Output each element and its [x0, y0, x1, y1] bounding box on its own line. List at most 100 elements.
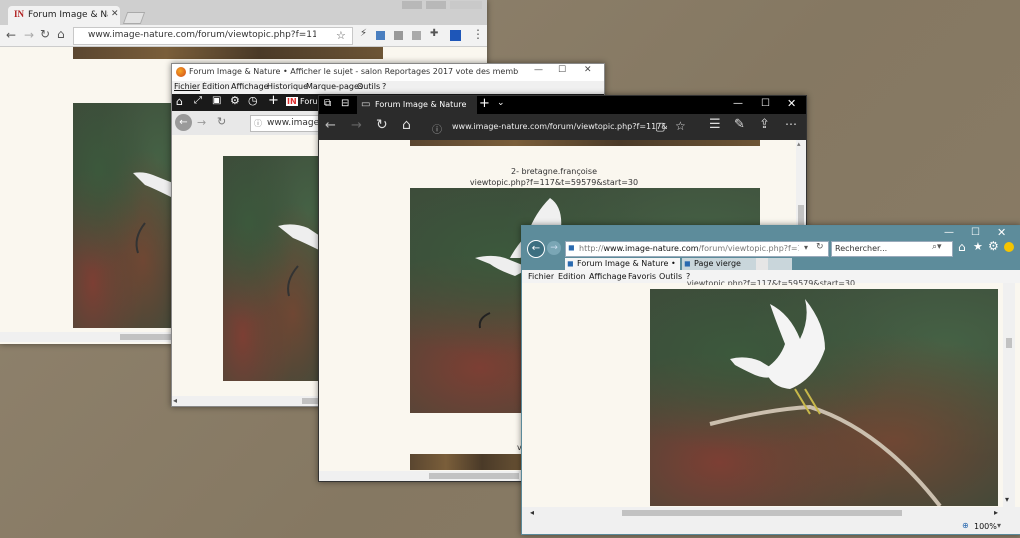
- reload-icon[interactable]: ↻: [217, 116, 226, 127]
- reading-view-icon[interactable]: ▢: [655, 120, 665, 133]
- zoom-level[interactable]: 100%: [974, 522, 997, 531]
- ie-tab-active[interactable]: ◼ Forum Image & Nature • Af...: [565, 258, 680, 270]
- ie-tab1-title: Forum Image & Nature • Af...: [577, 259, 675, 268]
- ie-url-path: /forum/viewtopic.php?f=117&t=62662: [698, 244, 799, 253]
- scroll-left-icon[interactable]: ◂: [530, 508, 534, 517]
- maximize-button[interactable]: ☐: [558, 66, 566, 75]
- scroll-left-icon[interactable]: ◂: [173, 396, 177, 405]
- chevron-down-icon[interactable]: ▾: [997, 521, 1001, 530]
- extension-icon[interactable]: [394, 31, 403, 40]
- home-icon[interactable]: ⌂: [57, 28, 65, 40]
- photo-strip: [410, 140, 760, 146]
- back-icon[interactable]: ←: [175, 114, 192, 131]
- minimize-button[interactable]: —: [534, 66, 543, 75]
- screenshot-icon[interactable]: ▣: [212, 96, 221, 106]
- close-button[interactable]: [450, 1, 482, 9]
- scroll-right-icon[interactable]: ▸: [994, 508, 998, 517]
- ie-v-scrollbar[interactable]: ▾: [1003, 283, 1015, 507]
- edge-navbar: ← → ↻ ⌂ ⓘ www.image-nature.com/forum/vie…: [319, 114, 806, 140]
- ie-h-scrollbar[interactable]: ◂ ▸: [522, 507, 1020, 519]
- reload-icon[interactable]: ↻: [40, 28, 50, 40]
- menu-item-edition[interactable]: Édition: [202, 82, 230, 91]
- refresh-icon[interactable]: ↻: [816, 242, 824, 252]
- menu-item-help[interactable]: ?: [382, 82, 386, 91]
- menu-icon[interactable]: ⋮: [472, 28, 484, 40]
- forward-icon[interactable]: →: [24, 29, 34, 41]
- minimize-button[interactable]: [402, 1, 422, 9]
- share-icon[interactable]: ⇪: [759, 118, 770, 131]
- extension-icon[interactable]: [450, 30, 461, 41]
- gear-icon[interactable]: ⚙: [230, 95, 240, 106]
- ie-statusbar: ⊕ 100% ▾: [522, 519, 1020, 534]
- scrollbar-thumb[interactable]: [429, 473, 519, 479]
- dropdown-icon[interactable]: ▾: [804, 243, 808, 252]
- scrollbar-thumb[interactable]: [622, 510, 902, 516]
- close-button[interactable]: ✕: [787, 98, 796, 109]
- zoom-icon[interactable]: ⊕: [962, 521, 969, 530]
- minimize-button[interactable]: —: [733, 99, 743, 109]
- puzzle-icon[interactable]: ✚: [430, 29, 438, 39]
- extension-icon[interactable]: [412, 31, 421, 40]
- maximize-button[interactable]: ☐: [761, 99, 770, 109]
- close-icon[interactable]: ✕: [111, 9, 119, 19]
- search-icon[interactable]: ⌕▾: [932, 242, 942, 252]
- close-button[interactable]: ✕: [584, 66, 592, 75]
- chrome-address-bar[interactable]: www.image-nature.com/forum/viewtopic.php…: [73, 27, 353, 45]
- chevron-down-icon[interactable]: ⌄: [497, 99, 505, 108]
- web-note-icon[interactable]: ✎: [734, 118, 745, 131]
- back-icon[interactable]: ←: [527, 240, 545, 258]
- firefox-menubar: Fichier Édition Affichage Historique Mar…: [172, 81, 604, 94]
- forward-icon[interactable]: →: [351, 119, 362, 132]
- minimize-button[interactable]: —: [944, 228, 954, 238]
- maximize-button[interactable]: ☐: [971, 228, 980, 238]
- close-button[interactable]: ✕: [997, 227, 1006, 238]
- forward-icon[interactable]: →: [197, 117, 206, 128]
- scrollbar-thumb[interactable]: [1006, 338, 1012, 348]
- gear-icon[interactable]: ⚙: [988, 240, 999, 252]
- scrollbar-thumb[interactable]: [798, 205, 804, 225]
- star-icon[interactable]: ☆: [336, 29, 346, 42]
- chrome-url: www.image-nature.com/forum/viewtopic.php…: [88, 30, 316, 40]
- home-icon[interactable]: ⌂: [402, 118, 411, 132]
- home-icon[interactable]: ⌂: [958, 241, 966, 253]
- menu-item-marque-pages[interactable]: Marque-pages: [306, 82, 363, 91]
- scroll-down-icon[interactable]: ▾: [1005, 495, 1009, 504]
- extension-icon[interactable]: ⚡: [360, 29, 367, 39]
- fullscreen-icon[interactable]: ⤢: [194, 96, 202, 106]
- clipped-caption-link[interactable]: viewtopic.php?f=117&t=59579&start=30: [522, 279, 1020, 285]
- ie-address-bar[interactable]: ◼ http://www.image-nature.com/forum/view…: [565, 241, 829, 257]
- menu-item-historique[interactable]: Historique: [267, 82, 308, 91]
- maximize-button[interactable]: [426, 1, 446, 9]
- menu-item-fichier[interactable]: Fichier: [174, 82, 200, 91]
- back-icon[interactable]: ←: [6, 29, 16, 41]
- firefox-logo-icon: [176, 67, 186, 77]
- edge-tab[interactable]: ▭ Forum Image & Nature: [357, 96, 477, 114]
- reload-icon[interactable]: ↻: [376, 118, 388, 132]
- hub-icon[interactable]: ☰: [709, 118, 721, 131]
- scroll-up-icon[interactable]: ▴: [797, 140, 801, 148]
- ie-search-box[interactable]: Rechercher... ⌕▾: [831, 241, 953, 257]
- firefox-window-title: Forum Image & Nature • Afficher le sujet…: [189, 67, 519, 76]
- edge-address-bar[interactable]: ⓘ www.image-nature.com/forum/viewtopic.p…: [427, 117, 697, 137]
- home-icon[interactable]: ⌂: [176, 96, 183, 107]
- photo-strip: [410, 454, 530, 470]
- star-icon[interactable]: ★: [973, 241, 983, 252]
- new-tab-icon[interactable]: +: [268, 94, 279, 107]
- more-icon[interactable]: ⋯: [785, 118, 797, 130]
- tab-preview-icon[interactable]: ⧉: [324, 99, 331, 109]
- edge-url: www.image-nature.com/forum/viewtopic.php…: [452, 122, 667, 131]
- chrome-tab[interactable]: IN Forum Image & Nature - ✕: [8, 6, 120, 25]
- new-tab-icon[interactable]: +: [479, 97, 490, 110]
- menu-item-affichage[interactable]: Affichage: [231, 82, 269, 91]
- photo-caption-link[interactable]: viewtopic.php?f=117&t=59579&start=30: [319, 178, 789, 187]
- clock-icon[interactable]: ◷: [248, 95, 258, 106]
- back-icon[interactable]: ←: [325, 119, 336, 132]
- star-icon[interactable]: ☆: [675, 119, 686, 133]
- forward-icon[interactable]: →: [547, 241, 561, 255]
- set-aside-tabs-icon[interactable]: ⊟: [341, 99, 349, 109]
- menu-item-outils[interactable]: Outils: [357, 82, 380, 91]
- ie-tab-inactive[interactable]: ◼ Page vierge: [682, 258, 792, 270]
- new-tab-button[interactable]: [756, 258, 768, 270]
- smiley-icon[interactable]: [1004, 242, 1014, 252]
- extension-icon[interactable]: [376, 31, 385, 40]
